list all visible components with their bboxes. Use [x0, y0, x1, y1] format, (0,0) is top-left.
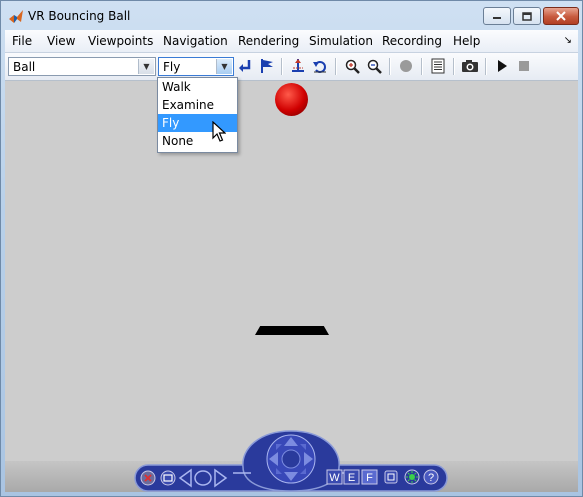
- stop-icon: [519, 61, 529, 71]
- walk-mode-label: W: [329, 472, 340, 484]
- viewpoint-select[interactable]: Ball ▼: [8, 57, 156, 76]
- fly-mode-button[interactable]: F: [361, 469, 378, 485]
- menu-help[interactable]: Help: [453, 34, 480, 48]
- menu-viewpoints[interactable]: Viewpoints: [88, 34, 153, 48]
- toolbar-separator: [453, 58, 455, 75]
- viewpoint-select-value: Ball: [13, 60, 36, 74]
- help-button[interactable]: ?: [423, 469, 439, 485]
- viewpoints-button[interactable]: [384, 470, 398, 484]
- nav-option-examine[interactable]: Examine: [158, 96, 237, 114]
- straighten-up-button[interactable]: [289, 57, 307, 75]
- return-to-viewpoint-icon: [239, 60, 251, 72]
- fly-mode-label: F: [366, 472, 373, 484]
- return-to-viewpoint-button[interactable]: [236, 57, 254, 75]
- dock-arrow-icon[interactable]: ↘: [564, 35, 572, 46]
- minimize-icon: [493, 17, 501, 19]
- close-icon: [556, 11, 566, 21]
- direction-pad[interactable]: [266, 434, 316, 484]
- straighten-nav-button[interactable]: [160, 470, 176, 486]
- black-platform: [255, 326, 329, 335]
- menu-recording[interactable]: Recording: [382, 34, 442, 48]
- walk-mode-button[interactable]: W: [326, 469, 343, 485]
- snapshot-camera-icon: [462, 60, 478, 72]
- nav-option-walk[interactable]: Walk: [158, 78, 237, 96]
- examine-mode-button[interactable]: E: [343, 469, 360, 485]
- menu-rendering[interactable]: Rendering: [238, 34, 299, 48]
- toolbar-separator: [421, 58, 423, 75]
- snapshot-button[interactable]: [461, 57, 479, 75]
- headlight-button[interactable]: [404, 469, 420, 485]
- light-icon: [409, 474, 415, 480]
- menu-view[interactable]: View: [47, 34, 75, 48]
- matlab-logo-icon: [9, 10, 23, 23]
- undo-move-button[interactable]: [311, 57, 329, 75]
- toolbar-separator: [389, 58, 391, 75]
- minimize-button[interactable]: [483, 7, 511, 25]
- record-icon: [400, 60, 412, 72]
- zoom-in-button[interactable]: [343, 57, 361, 75]
- play-icon: [498, 60, 507, 72]
- title-bar[interactable]: VR Bouncing Ball: [1, 1, 582, 31]
- new-viewpoint-icon: [261, 59, 273, 73]
- capture-frame-icon: [431, 58, 445, 74]
- close-button[interactable]: [543, 7, 579, 25]
- new-viewpoint-button[interactable]: [258, 57, 276, 75]
- play-button[interactable]: [493, 57, 511, 75]
- menu-bar: File View Viewpoints Navigation Renderin…: [5, 30, 578, 53]
- menu-file[interactable]: File: [12, 34, 32, 48]
- maximize-button[interactable]: [513, 7, 541, 25]
- chevron-down-icon[interactable]: ▼: [138, 59, 154, 74]
- toolbar-separator: [485, 58, 487, 75]
- menu-simulation[interactable]: Simulation: [309, 34, 373, 48]
- navigation-control-panel: W E F ?: [134, 430, 448, 492]
- red-ball: [275, 83, 308, 116]
- toolbar-separator: [281, 58, 283, 75]
- straighten-up-icon: [292, 59, 304, 72]
- chevron-down-icon[interactable]: ▼: [216, 59, 232, 74]
- zoom-out-icon: [367, 59, 382, 74]
- capture-frame-button[interactable]: [429, 57, 447, 75]
- examine-mode-label: E: [348, 472, 355, 484]
- navigation-select[interactable]: Fly ▼: [158, 57, 234, 76]
- toolbar-separator: [335, 58, 337, 75]
- record-button[interactable]: [397, 57, 415, 75]
- close-nav-button[interactable]: [140, 470, 156, 486]
- question-icon: ?: [428, 472, 434, 484]
- window-title: VR Bouncing Ball: [28, 9, 131, 23]
- menu-navigation[interactable]: Navigation: [163, 34, 228, 48]
- mouse-pointer-icon: [212, 121, 226, 142]
- zoom-out-button[interactable]: [365, 57, 383, 75]
- stop-button[interactable]: [515, 57, 533, 75]
- undo-move-icon: [313, 61, 326, 73]
- app-window: VR Bouncing Ball File View Viewpoints Na…: [0, 0, 583, 497]
- navigation-select-value: Fly: [163, 60, 181, 74]
- zoom-in-icon: [345, 59, 360, 74]
- toolbar: Ball ▼ Fly ▼: [5, 53, 578, 81]
- maximize-icon: [522, 11, 532, 21]
